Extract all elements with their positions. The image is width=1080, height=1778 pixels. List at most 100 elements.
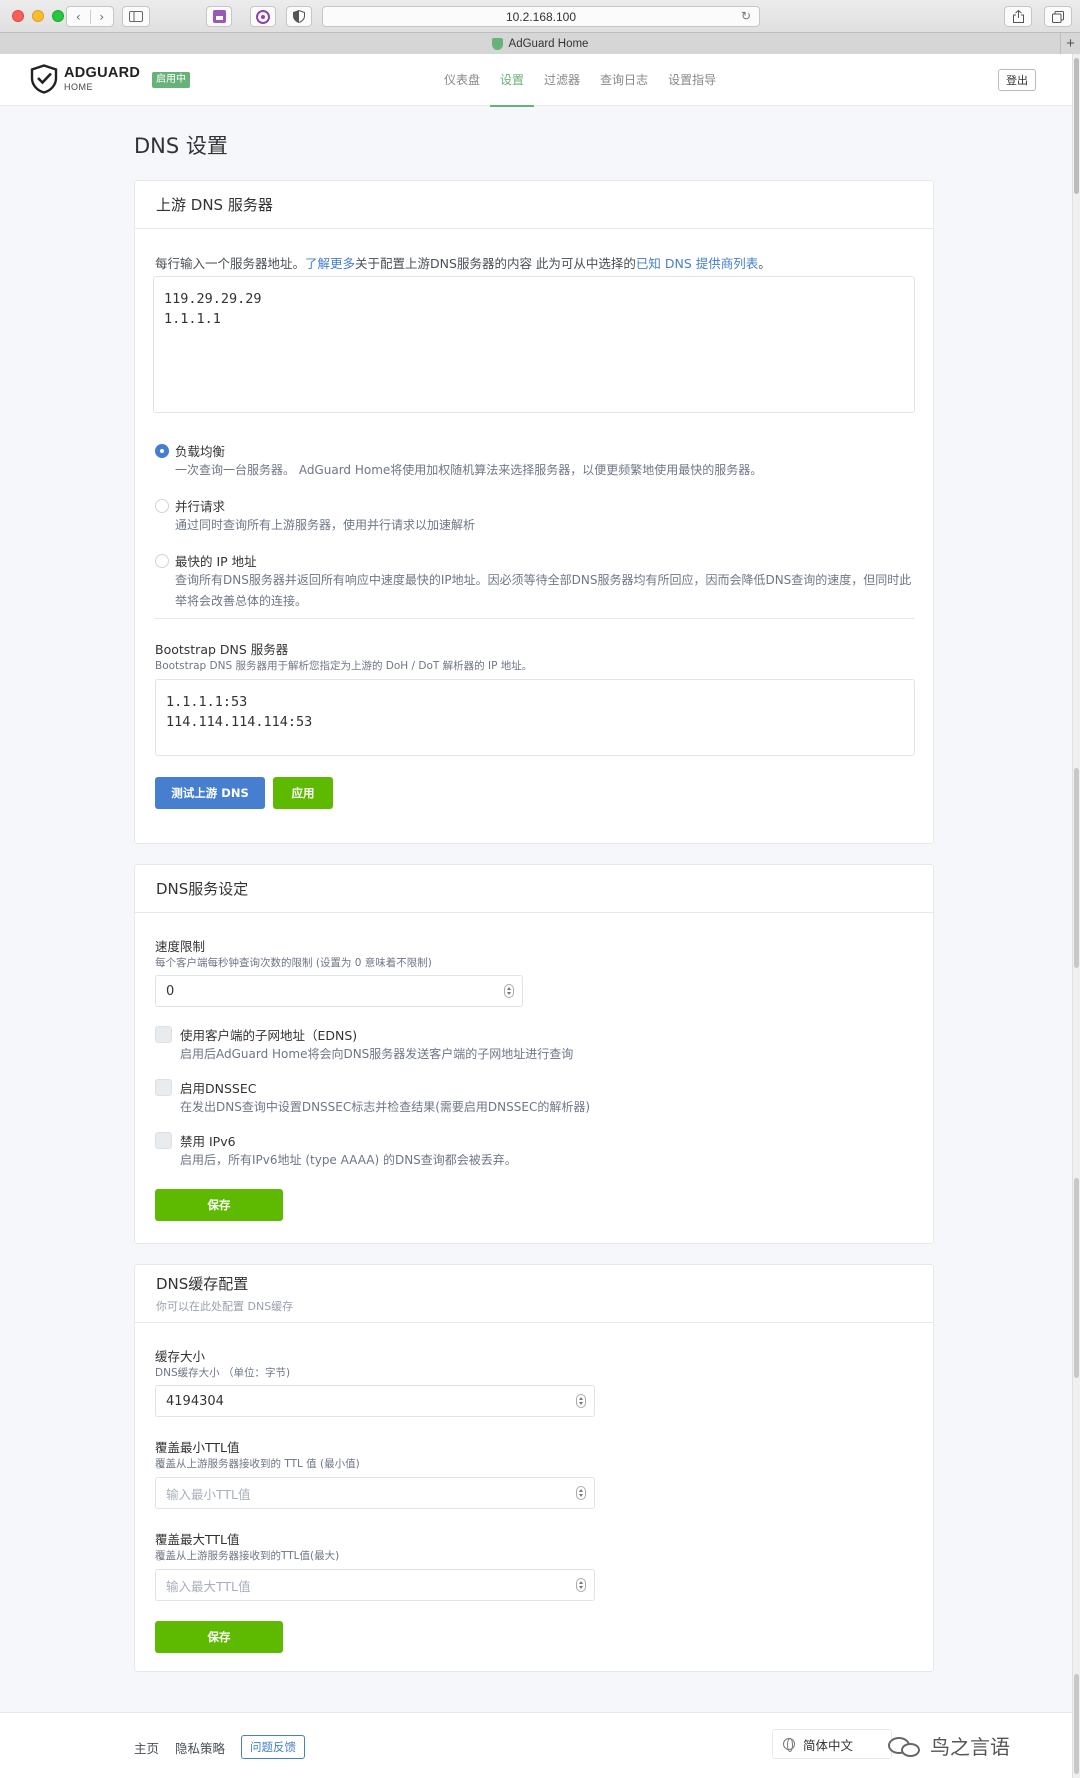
option-desc: 在发出DNS查询中设置DNSSEC标志并检查结果(需要启用DNSSEC的解析器) bbox=[180, 1100, 591, 1114]
test-upstream-button[interactable]: 测试上游 DNS bbox=[155, 777, 265, 809]
max-ttl-label: 覆盖最大TTL值 bbox=[155, 1532, 240, 1547]
card-title: 上游 DNS 服务器 bbox=[156, 196, 273, 214]
card-header: DNS服务设定 bbox=[135, 865, 933, 913]
option-desc: 启用后，所有IPv6地址 (type AAAA) 的DNS查询都会被丢弃。 bbox=[180, 1153, 517, 1167]
nav-dashboard[interactable]: 仪表盘 bbox=[434, 54, 490, 106]
nav-filters[interactable]: 过滤器 bbox=[534, 54, 590, 106]
reload-icon[interactable]: ↻ bbox=[741, 9, 751, 23]
status-badge: 启用中 bbox=[152, 72, 190, 88]
extension-grid-icon bbox=[212, 10, 226, 23]
page-scrollbar[interactable] bbox=[1072, 54, 1080, 1778]
active-tab-title[interactable]: AdGuard Home bbox=[509, 38, 589, 50]
cache-size-label: 缓存大小 bbox=[155, 1349, 206, 1364]
stepper-icon[interactable] bbox=[576, 1578, 586, 1592]
footer-home-link[interactable]: 主页 bbox=[134, 1738, 159, 1757]
extension-button-3[interactable] bbox=[286, 6, 312, 27]
radio-load-balance[interactable] bbox=[155, 444, 169, 458]
logout-button[interactable]: 登出 bbox=[998, 69, 1036, 91]
tabs-icon bbox=[1052, 10, 1064, 23]
minimize-window-button[interactable] bbox=[32, 10, 44, 22]
tab-bar: AdGuard Home + bbox=[0, 32, 1080, 54]
scrollbar-marker bbox=[1074, 1178, 1079, 1378]
bootstrap-servers-textarea[interactable]: 1.1.1.1:53 114.114.114.114:53 bbox=[155, 679, 915, 756]
radio-parallel[interactable] bbox=[155, 499, 169, 513]
logo-line2: HOME bbox=[64, 81, 93, 92]
logo-wordmark: ADGUARD HOME bbox=[64, 66, 140, 92]
bootstrap-label: Bootstrap DNS 服务器 bbox=[155, 642, 289, 657]
option-title: 禁用 IPv6 bbox=[180, 1134, 236, 1149]
cache-size-value: 4194304 bbox=[166, 1393, 224, 1409]
language-select[interactable]: 简体中文 bbox=[772, 1729, 892, 1759]
rate-limit-desc: 每个客户端每秒钟查询次数的限制 (设置为 0 意味着不限制) bbox=[155, 957, 432, 969]
save-cache-button[interactable]: 保存 bbox=[155, 1621, 283, 1653]
sidebar-icon bbox=[129, 11, 143, 22]
option-title: 负载均衡 bbox=[175, 444, 226, 459]
min-ttl-placeholder: 输入最小TTL值 bbox=[166, 1486, 251, 1502]
min-ttl-input[interactable]: 输入最小TTL值 bbox=[155, 1477, 595, 1509]
learn-more-link[interactable]: 了解更多 bbox=[305, 256, 355, 271]
page-footer: 主页 隐私策略 问题反馈 简体中文 鸟之言语 bbox=[0, 1712, 1072, 1778]
hint-text-end: 。 bbox=[758, 256, 771, 271]
wechat-icon bbox=[888, 1735, 922, 1757]
nav-query-log[interactable]: 查询日志 bbox=[590, 54, 658, 106]
back-arrow-icon[interactable]: ‹ bbox=[67, 9, 91, 24]
rate-limit-input[interactable]: 0 bbox=[155, 975, 523, 1007]
address-bar[interactable]: 10.2.168.100 ↻ bbox=[322, 6, 760, 27]
adguard-shield-icon bbox=[30, 64, 58, 94]
new-tab-plus-icon[interactable]: + bbox=[1060, 33, 1080, 54]
option-desc: 一次查询一台服务器。 AdGuard Home将使用加权随机算法来选择服务器，以… bbox=[175, 463, 763, 477]
option-title: 并行请求 bbox=[175, 499, 226, 514]
logo-line1: ADGUARD bbox=[64, 65, 141, 82]
stepper-icon[interactable] bbox=[576, 1394, 586, 1408]
show-tabs-button[interactable] bbox=[1044, 6, 1072, 27]
scrollbar-marker bbox=[1074, 768, 1079, 968]
url-text: 10.2.168.100 bbox=[505, 9, 577, 24]
footer-links: 主页 隐私策略 问题反馈 bbox=[134, 1735, 306, 1759]
radio-fastest-ip[interactable] bbox=[155, 554, 169, 568]
extension-button-1[interactable] bbox=[206, 6, 232, 27]
min-ttl-label: 覆盖最小TTL值 bbox=[155, 1440, 240, 1455]
extension-button-2[interactable] bbox=[250, 6, 276, 27]
option-desc: 通过同时查询所有上游服务器，使用并行请求以加速解析 bbox=[175, 518, 476, 532]
main-nav: 仪表盘 设置 过滤器 查询日志 设置指导 bbox=[434, 54, 726, 107]
adguard-favicon-icon bbox=[491, 37, 503, 50]
option-title: 使用客户端的子网地址（EDNS) bbox=[180, 1028, 358, 1043]
save-dns-service-button[interactable]: 保存 bbox=[155, 1189, 283, 1221]
rate-limit-value: 0 bbox=[166, 983, 175, 999]
history-nav: ‹ › bbox=[66, 6, 114, 27]
hint-text: 每行输入一个服务器地址。 bbox=[155, 256, 306, 271]
dnssec-checkbox[interactable] bbox=[155, 1079, 172, 1096]
nav-setup-guide[interactable]: 设置指导 bbox=[658, 54, 726, 106]
cache-size-desc: DNS缓存大小 （单位：字节) bbox=[155, 1367, 291, 1379]
known-providers-link[interactable]: 已知 DNS 提供商列表 bbox=[636, 256, 758, 271]
scrollbar-thumb[interactable] bbox=[1074, 58, 1079, 194]
edns-checkbox[interactable] bbox=[155, 1026, 172, 1043]
max-ttl-placeholder: 输入最大TTL值 bbox=[166, 1578, 251, 1594]
card-header: DNS缓存配置 你可以在此处配置 DNS缓存 bbox=[135, 1265, 933, 1323]
stepper-icon[interactable] bbox=[504, 984, 514, 998]
rate-limit-label: 速度限制 bbox=[155, 939, 206, 954]
max-ttl-input[interactable]: 输入最大TTL值 bbox=[155, 1569, 595, 1601]
share-icon bbox=[1012, 10, 1024, 23]
stepper-icon[interactable] bbox=[576, 1486, 586, 1500]
card-body: 速度限制 每个客户端每秒钟查询次数的限制 (设置为 0 意味着不限制) 0 使用… bbox=[135, 913, 933, 1245]
half-shield-icon bbox=[293, 10, 305, 23]
upstream-dns-card: 上游 DNS 服务器 每行输入一个服务器地址。了解更多关于配置上游DNS服务器的… bbox=[134, 180, 934, 844]
nav-settings[interactable]: 设置 bbox=[490, 54, 535, 107]
share-button[interactable] bbox=[1004, 6, 1032, 27]
language-value: 简体中文 bbox=[803, 1737, 854, 1753]
footer-privacy-link[interactable]: 隐私策略 bbox=[175, 1738, 225, 1757]
cache-size-input[interactable]: 4194304 bbox=[155, 1385, 595, 1417]
section-divider bbox=[155, 618, 915, 619]
forward-arrow-icon[interactable]: › bbox=[91, 10, 114, 24]
disable-ipv6-checkbox[interactable] bbox=[155, 1132, 172, 1149]
close-window-button[interactable] bbox=[12, 10, 24, 22]
upstream-servers-textarea[interactable]: 119.29.29.29 1.1.1.1 bbox=[153, 276, 915, 413]
adguard-logo[interactable]: ADGUARD HOME bbox=[30, 64, 140, 94]
apply-button[interactable]: 应用 bbox=[273, 777, 333, 809]
option-title: 启用DNSSEC bbox=[180, 1081, 257, 1096]
zoom-window-button[interactable] bbox=[52, 10, 64, 22]
footer-feedback-button[interactable]: 问题反馈 bbox=[241, 1735, 306, 1759]
sidebar-toggle-button[interactable] bbox=[122, 6, 150, 27]
browser-chrome: ‹ › 10.2.168.100 ↻ AdGuard Home + bbox=[0, 0, 1080, 54]
